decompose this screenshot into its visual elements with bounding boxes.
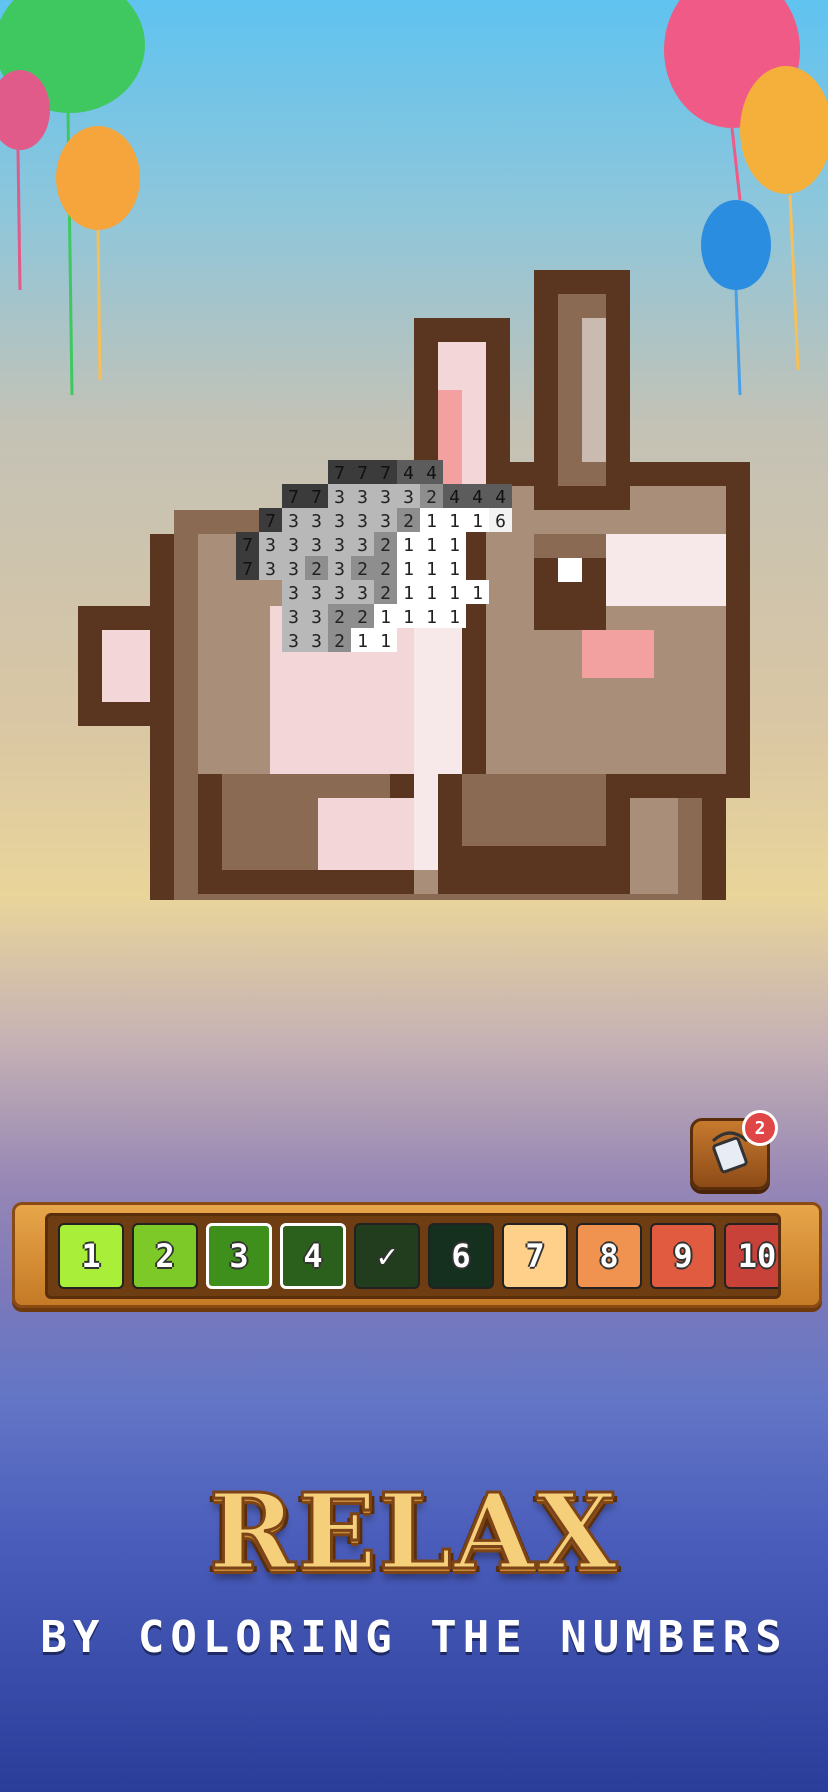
- puzzle-cell-number: 3: [311, 511, 322, 532]
- puzzle-cell-number: 1: [472, 583, 483, 604]
- puzzle-cell-number: 1: [449, 583, 460, 604]
- puzzle-cell-number: 1: [449, 559, 460, 580]
- puzzle-cell-number: 3: [403, 487, 414, 508]
- puzzle-cell-number: 4: [426, 463, 437, 484]
- puzzle-cell-number: 7: [311, 487, 322, 508]
- puzzle-cell-number: 7: [265, 511, 276, 532]
- puzzle-cell-number: 1: [403, 607, 414, 628]
- puzzle-cell-number: 4: [472, 487, 483, 508]
- puzzle-cell-number: 1: [472, 511, 483, 532]
- puzzle-cell-number: 1: [403, 583, 414, 604]
- palette-swatch-6[interactable]: 6: [428, 1223, 494, 1289]
- puzzle-cell-number: 3: [334, 511, 345, 532]
- puzzle-cell-number: 3: [288, 511, 299, 532]
- palette-swatch-9[interactable]: 9: [650, 1223, 716, 1289]
- puzzle-cell-number: 7: [242, 535, 253, 556]
- puzzle-cell-number: 3: [357, 487, 368, 508]
- puzzle-cell-number: 7: [334, 463, 345, 484]
- puzzle-cell-number: 1: [449, 511, 460, 532]
- puzzle-cell-number: 4: [495, 487, 506, 508]
- puzzle-cell-number: 3: [357, 511, 368, 532]
- puzzle-cell-number: 3: [311, 583, 322, 604]
- puzzle-cell-number: 2: [334, 631, 345, 652]
- puzzle-cell-number: 3: [334, 559, 345, 580]
- puzzle-cell-number: 1: [426, 511, 437, 532]
- puzzle-cell-number: 7: [242, 559, 253, 580]
- puzzle-cell-number: 2: [380, 583, 391, 604]
- puzzle-cell-number: 2: [357, 607, 368, 628]
- palette-swatch-5[interactable]: ✓: [354, 1223, 420, 1289]
- palette-swatch-1[interactable]: 1: [58, 1223, 124, 1289]
- puzzle-cell-number: 1: [449, 607, 460, 628]
- puzzle-cell-number: 2: [426, 487, 437, 508]
- puzzle-cell-number: 1: [426, 583, 437, 604]
- puzzle-cell-number: 3: [334, 535, 345, 556]
- puzzle-cell-number: 2: [334, 607, 345, 628]
- palette-swatch-8[interactable]: 8: [576, 1223, 642, 1289]
- puzzle-cell-number: 3: [357, 535, 368, 556]
- bunny-pixel-art[interactable]: 7 7 7 4 47 7 3 3 3 3 2 4 4 47 3 3 3 3 3 2 1 1 1 67 3 3 3 3 3 2 1 1 17 3 3 2…: [0, 0, 828, 900]
- puzzle-cell-number: 6: [495, 511, 506, 532]
- palette-swatches: 1 2 3 4 ✓ 6 7 8 9 10: [58, 1223, 778, 1289]
- palette-swatch-10[interactable]: 10: [724, 1223, 778, 1289]
- puzzle-cell-number: 3: [265, 559, 276, 580]
- palette-swatch-3[interactable]: 3: [206, 1223, 272, 1289]
- puzzle-cell-number: 3: [311, 607, 322, 628]
- palette-swatch-2[interactable]: 2: [132, 1223, 198, 1289]
- puzzle-cell-number: 1: [449, 535, 460, 556]
- color-palette-bar: 1 2 3 4 ✓ 6 7 8 9 10: [12, 1202, 822, 1308]
- bucket-count-badge: 2: [742, 1110, 778, 1146]
- puzzle-cell-number: 3: [265, 535, 276, 556]
- puzzle-cell-number: 4: [403, 463, 414, 484]
- puzzle-cell-number: 3: [357, 583, 368, 604]
- puzzle-cell-number: 7: [288, 487, 299, 508]
- puzzle-cell-number: 2: [380, 535, 391, 556]
- puzzle-cell-number: 1: [403, 559, 414, 580]
- puzzle-cell-number: 3: [288, 535, 299, 556]
- palette-swatch-4[interactable]: 4: [280, 1223, 346, 1289]
- puzzle-cell-number: 2: [380, 559, 391, 580]
- puzzle-cell-number: 1: [426, 607, 437, 628]
- puzzle-cell-number: 3: [311, 631, 322, 652]
- puzzle-cell-number: 1: [380, 607, 391, 628]
- puzzle-cell-number: 1: [426, 559, 437, 580]
- puzzle-cell-number: 3: [380, 487, 391, 508]
- puzzle-cell-number: 1: [380, 631, 391, 652]
- puzzle-cell-number: 7: [380, 463, 391, 484]
- puzzle-cell-number: 3: [288, 607, 299, 628]
- puzzle-cell-number: 1: [426, 535, 437, 556]
- puzzle-cell-number: 2: [403, 511, 414, 532]
- puzzle-cell-number: 3: [334, 583, 345, 604]
- puzzle-cell-number: 3: [334, 487, 345, 508]
- headline-subtitle: BY COLORING THE NUMBERS: [40, 1612, 788, 1663]
- palette-swatch-7[interactable]: 7: [502, 1223, 568, 1289]
- puzzle-cell-number: 7: [357, 463, 368, 484]
- puzzle-cell-number: 3: [311, 535, 322, 556]
- puzzle-cell-number: 3: [288, 559, 299, 580]
- puzzle-cell-number: 4: [449, 487, 460, 508]
- puzzle-cell-number: 3: [380, 511, 391, 532]
- puzzle-cell-number: 1: [403, 535, 414, 556]
- puzzle-cell-number: 3: [288, 583, 299, 604]
- puzzle-cell-number: 1: [357, 631, 368, 652]
- palette-track[interactable]: 1 2 3 4 ✓ 6 7 8 9 10: [45, 1213, 781, 1299]
- puzzle-cell-number: 2: [311, 559, 322, 580]
- puzzle-cell-number: 3: [288, 631, 299, 652]
- headline-title: RELAX: [207, 1469, 620, 1595]
- puzzle-cell-number: 2: [357, 559, 368, 580]
